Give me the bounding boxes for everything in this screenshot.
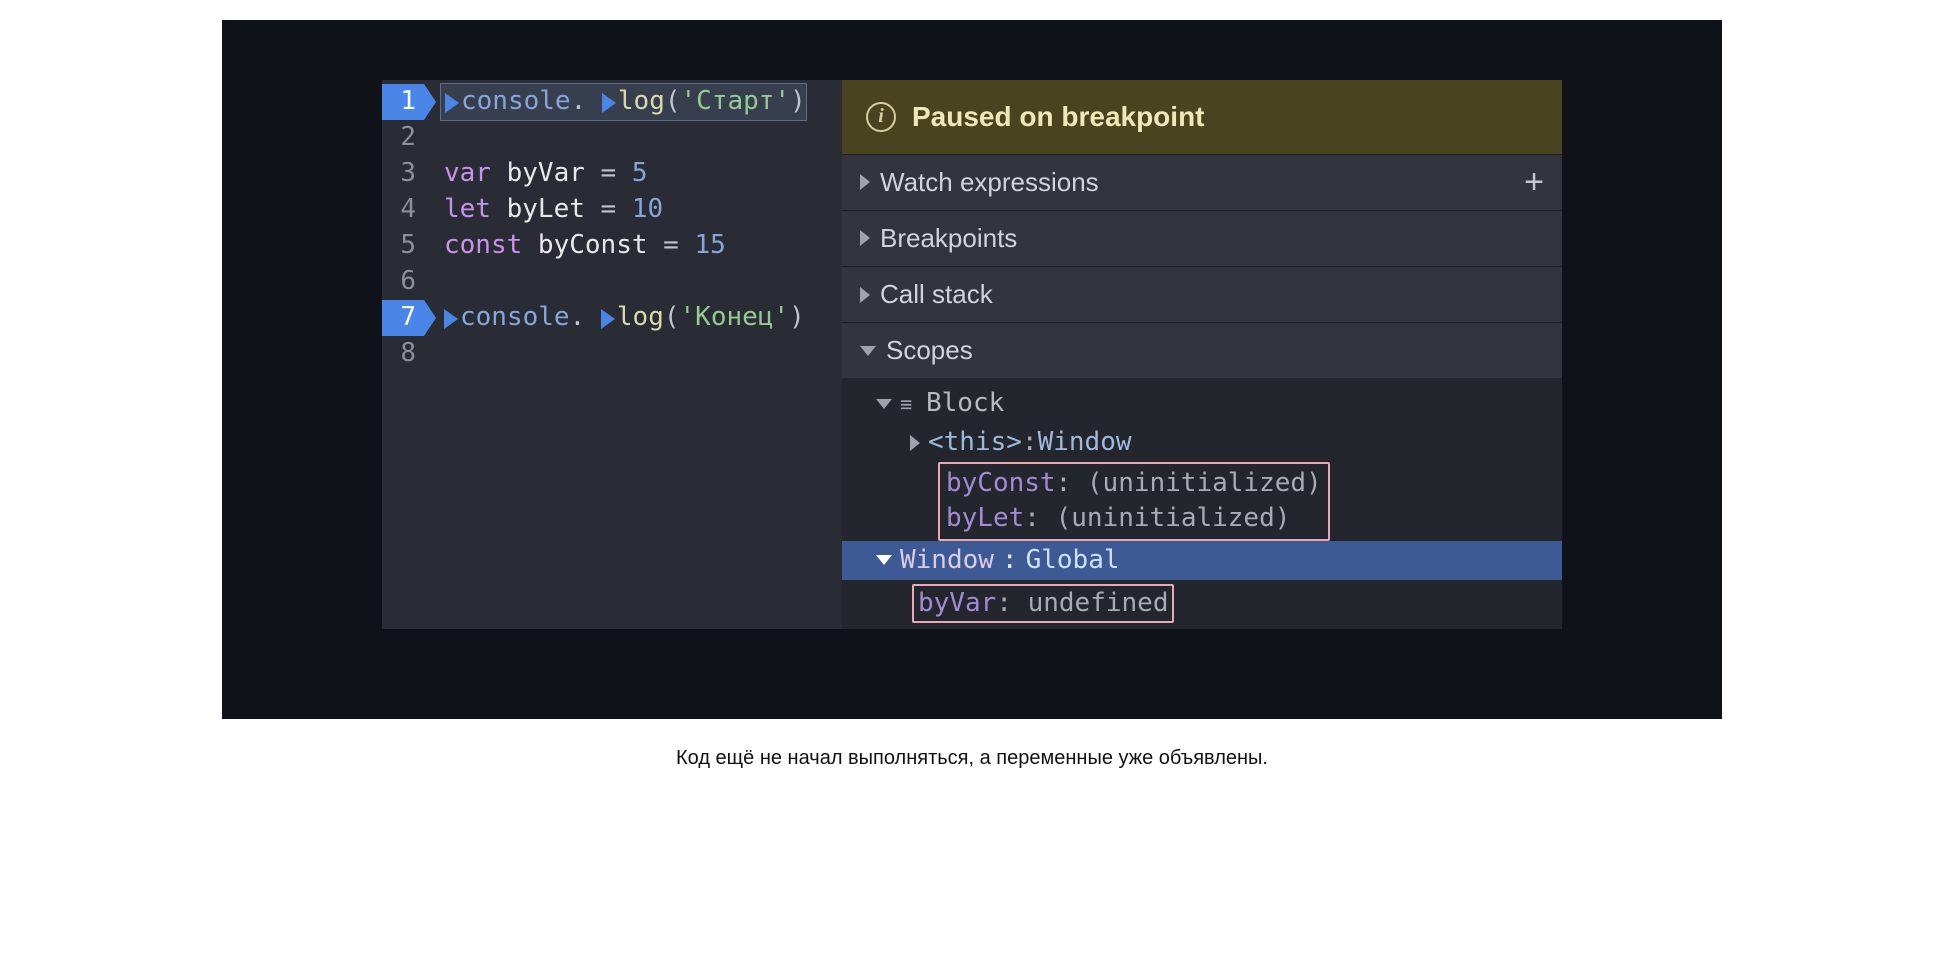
line-content: console. log('Конец'): [424, 300, 805, 335]
scope-variable-row[interactable]: byLet: (uninitialized): [946, 501, 1322, 536]
section-label: Call stack: [880, 277, 993, 312]
token-punc: (: [664, 300, 680, 335]
caption-text: Код ещё не начал выполняться, а переменн…: [676, 747, 1268, 770]
section-label: Scopes: [886, 333, 973, 368]
token-fn: log: [618, 84, 665, 119]
breakpoint-gutter[interactable]: 7: [382, 300, 424, 335]
token-obj: console: [460, 300, 570, 335]
token-punc: ): [789, 300, 805, 335]
code-line[interactable]: 7console. log('Конец'): [382, 300, 842, 336]
scope-var-name: byConst: [946, 468, 1056, 498]
token-fn: log: [617, 300, 664, 335]
section-call-stack[interactable]: Call stack: [842, 266, 1562, 322]
chevron-right-icon: [860, 174, 870, 190]
chevron-right-icon: [910, 435, 920, 451]
paused-label: Paused on breakpoint: [912, 98, 1205, 136]
code-line[interactable]: 2: [382, 120, 842, 156]
highlight-block-vars: byConst: (uninitialized)byLet: (uninitia…: [938, 462, 1330, 540]
chevron-down-icon: [860, 346, 876, 356]
code-line[interactable]: 6: [382, 264, 842, 300]
line-content: var byVar = 5: [424, 156, 648, 191]
scope-var-value: (uninitialized): [1087, 468, 1322, 498]
token-punc: (: [665, 84, 681, 119]
scope-this-row[interactable]: <this>: Window: [842, 423, 1562, 462]
scope-global-type: Global: [1026, 543, 1120, 578]
line-gutter[interactable]: 6: [382, 264, 424, 299]
line-content: console. log('Старт'): [440, 83, 807, 120]
chevron-right-icon: [860, 230, 870, 246]
section-watch-expressions[interactable]: Watch expressions +: [842, 154, 1562, 210]
debugger-panel: i Paused on breakpoint Watch expressions…: [842, 80, 1562, 629]
screenshot-frame: 1console. log('Старт')23var byVar = 54le…: [222, 20, 1722, 719]
line-gutter[interactable]: 8: [382, 336, 424, 371]
token-obj: console: [461, 84, 571, 119]
list-icon: ≡: [900, 394, 918, 414]
source-panel: 1console. log('Старт')23var byVar = 54le…: [382, 80, 842, 629]
scope-variable-row[interactable]: byConst: (uninitialized): [946, 466, 1322, 501]
scope-global-header[interactable]: Window: Global: [842, 541, 1562, 580]
section-scopes[interactable]: Scopes: [842, 322, 1562, 378]
scope-var-value: (uninitialized): [1056, 503, 1291, 533]
step-marker-icon: [444, 309, 458, 329]
token-num: 5: [632, 156, 648, 191]
scope-var-value: undefined: [1028, 588, 1169, 618]
chevron-down-icon: [876, 555, 892, 565]
token-kw: var: [444, 156, 507, 191]
token-punc: .: [571, 84, 602, 119]
scope-this-value: Window: [1038, 425, 1132, 460]
token-var: byConst: [538, 228, 648, 263]
scope-block-header[interactable]: ≡ Block: [842, 384, 1562, 423]
token-punc: =: [585, 192, 632, 227]
paused-banner: i Paused on breakpoint: [842, 80, 1562, 154]
line-content: const byConst = 15: [424, 228, 726, 263]
token-var: byLet: [507, 192, 585, 227]
token-num: 10: [632, 192, 663, 227]
scope-var-name: byLet: [946, 503, 1024, 533]
devtools-window: 1console. log('Старт')23var byVar = 54le…: [382, 80, 1562, 629]
token-num: 15: [694, 228, 725, 263]
scope-global-vars: byVar: undefined: [842, 580, 1562, 623]
step-marker-icon: [602, 93, 616, 113]
breakpoint-gutter[interactable]: 1: [382, 84, 424, 119]
code-line[interactable]: 3var byVar = 5: [382, 156, 842, 192]
code-line[interactable]: 5const byConst = 15: [382, 228, 842, 264]
scope-global-key: Window: [900, 543, 994, 578]
section-breakpoints[interactable]: Breakpoints: [842, 210, 1562, 266]
plus-icon[interactable]: +: [1524, 174, 1544, 191]
line-gutter[interactable]: 5: [382, 228, 424, 263]
token-punc: .: [570, 300, 601, 335]
line-gutter[interactable]: 3: [382, 156, 424, 191]
token-kw: let: [444, 192, 507, 227]
token-punc: =: [648, 228, 695, 263]
token-var: byVar: [507, 156, 585, 191]
step-marker-icon: [601, 309, 615, 329]
section-label: Watch expressions: [880, 165, 1099, 200]
token-punc: ): [790, 84, 806, 119]
scope-var-name: byVar: [918, 588, 996, 618]
code-line[interactable]: 8: [382, 336, 842, 372]
chevron-down-icon: [876, 399, 892, 409]
line-gutter[interactable]: 4: [382, 192, 424, 227]
line-gutter[interactable]: 2: [382, 120, 424, 155]
token-kw: const: [444, 228, 538, 263]
scope-block-label: Block: [926, 386, 1004, 421]
token-str: 'Конец': [680, 300, 790, 335]
code-line[interactable]: 1 console. log('Старт'): [382, 84, 842, 120]
highlight-global-var: byVar: undefined: [912, 584, 1174, 623]
scope-this-key: <this>: [928, 425, 1022, 460]
line-content: let byLet = 10: [424, 192, 663, 227]
section-label: Breakpoints: [880, 221, 1017, 256]
chevron-right-icon: [860, 287, 870, 303]
token-punc: =: [585, 156, 632, 191]
scopes-body: ≡ Block <this>: Window byConst: (uniniti…: [842, 378, 1562, 629]
code-line[interactable]: 4let byLet = 10: [382, 192, 842, 228]
step-marker-icon: [445, 93, 459, 113]
info-icon: i: [866, 102, 896, 132]
token-str: 'Старт': [681, 84, 791, 119]
